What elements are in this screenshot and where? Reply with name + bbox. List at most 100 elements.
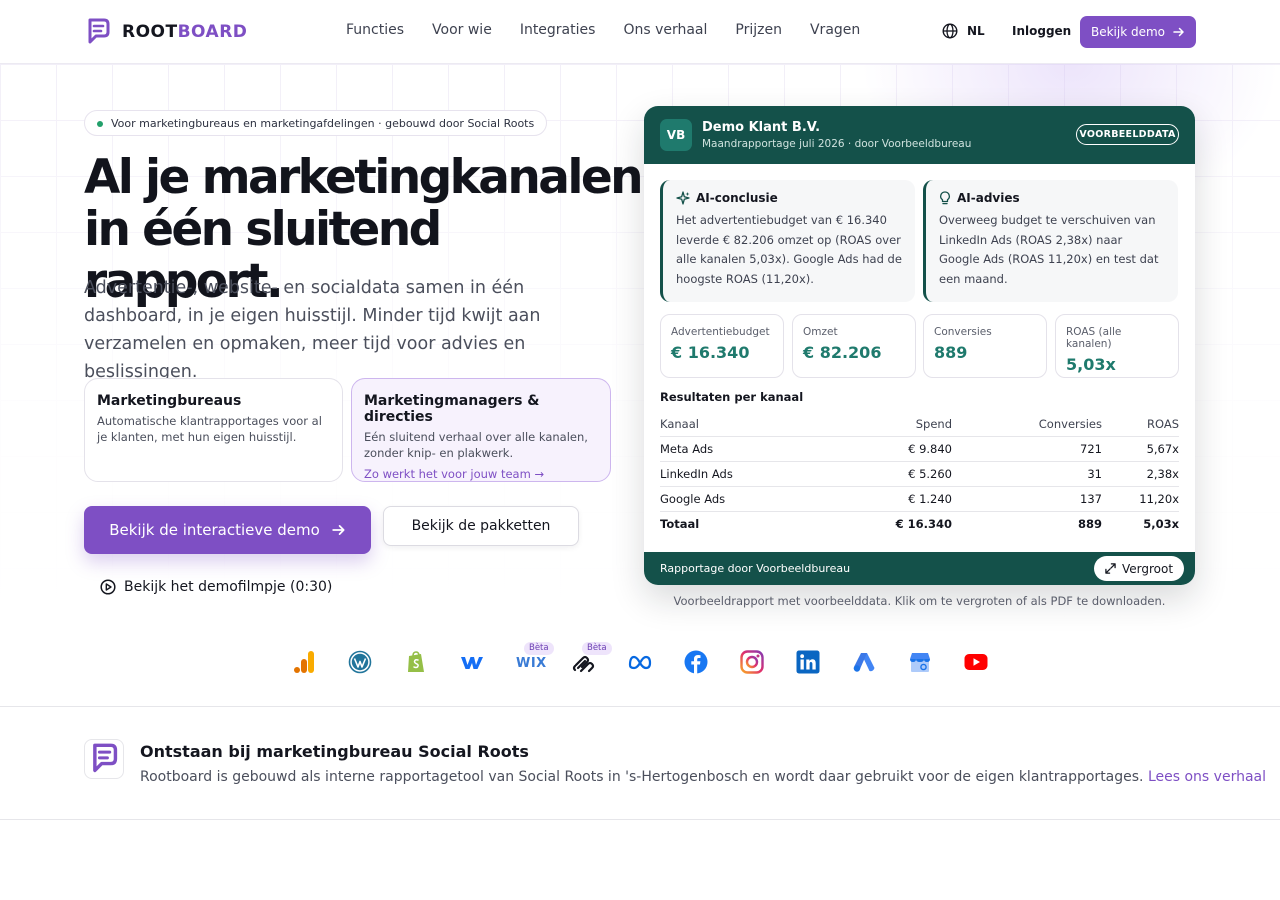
audience-card-title: Marketingbureaus <box>97 393 242 409</box>
brand-name: ROOTBOARD <box>122 22 248 42</box>
column-header: ROAS <box>1146 417 1179 431</box>
status-dot <box>97 121 103 127</box>
table-cell: LinkedIn Ads <box>660 467 733 481</box>
main-nav: Functies Voor wie Integraties Ons verhaa… <box>346 22 860 38</box>
nav-prijzen[interactable]: Prijzen <box>735 22 782 38</box>
audience-card-body: Eén sluitend verhaal over alle kanalen, … <box>364 430 588 460</box>
social-roots-logo <box>84 739 124 779</box>
language-switcher[interactable]: NL <box>942 23 985 39</box>
results-title: Resultaten per kanaal <box>660 390 804 404</box>
kpi-label: Advertentiebudget <box>671 326 770 338</box>
ai-conclusion-box: AI-conclusie Het advertentiebudget van €… <box>660 180 915 302</box>
column-header: Kanaal <box>660 417 699 431</box>
kpi-label: Conversies <box>934 326 992 338</box>
sample-report-panel[interactable]: VB Demo Klant B.V. Maandrapportage juli … <box>644 106 1195 585</box>
audience-card-bureaus[interactable]: Marketingbureaus Automatische klantrappo… <box>84 378 343 482</box>
read-story-link[interactable]: Lees ons verhaal <box>1148 769 1266 785</box>
google-ads-icon[interactable] <box>852 650 876 674</box>
report-meta: Maandrapportage juli 2026 · door Voorbee… <box>702 138 972 150</box>
audience-pill: Voor marketingbureaus en marketingafdeli… <box>84 110 548 136</box>
kpi-roas: ROAS (alle kanalen) 5,03x <box>1055 314 1179 378</box>
squarespace-logo[interactable]: Bèta <box>572 642 612 678</box>
audience-card-managers[interactable]: Marketingmanagers & directies Eén sluite… <box>351 378 611 482</box>
meta-icon[interactable] <box>628 650 652 674</box>
packages-label: Bekijk de pakketten <box>411 518 551 534</box>
table-row: LinkedIn Ads € 5.260 31 2,38x <box>660 462 1179 487</box>
hero-title-line-1: Al je marketingkanalen <box>84 150 644 205</box>
audience-card-title: Marketingmanagers & directies <box>364 393 540 425</box>
origin-text-block: Rootboard is gebouwd als interne rapport… <box>140 769 1266 785</box>
nav-integraties[interactable]: Integraties <box>520 22 596 38</box>
header-demo-button[interactable]: Bekijk demo <box>1080 16 1196 48</box>
rootboard-logo-icon <box>93 743 118 773</box>
report-header: VB Demo Klant B.V. Maandrapportage juli … <box>644 106 1195 164</box>
webflow-icon[interactable] <box>460 650 484 674</box>
login-link[interactable]: Inloggen <box>1012 24 1071 38</box>
interactive-demo-label: Bekijk de interactieve demo <box>109 521 320 539</box>
channel-results-table: Kanaal Spend Conversies ROAS Meta Ads € … <box>660 412 1179 537</box>
sparkles-icon <box>676 191 690 205</box>
table-cell: 2,38x <box>1146 467 1179 481</box>
client-avatar: VB <box>660 119 692 151</box>
kpi-conversions: Conversies 889 <box>923 314 1047 378</box>
table-total-row: Totaal € 16.340 889 5,03x <box>660 512 1179 537</box>
lightbulb-icon <box>940 191 950 205</box>
origin-text: Rootboard is gebouwd als interne rapport… <box>140 769 1144 785</box>
interactive-demo-button[interactable]: Bekijk de interactieve demo <box>84 506 371 554</box>
language-label: NL <box>967 24 985 38</box>
wix-icon[interactable]: Bèta WIX <box>510 642 554 674</box>
google-business-icon[interactable] <box>908 650 932 674</box>
squarespace-icon <box>572 655 595 673</box>
team-link[interactable]: Zo werkt het voor jouw team → <box>364 467 598 481</box>
enlarge-label: Vergroot <box>1121 561 1174 576</box>
table-cell: Google Ads <box>660 492 726 506</box>
table-cell: 31 <box>1087 467 1102 481</box>
report-footer: Rapportage door Voorbeeldbureau Vergroot <box>644 552 1195 585</box>
facebook-icon[interactable] <box>684 650 708 674</box>
demo-video-link[interactable]: Bekijk het demofilmpje (0:30) <box>100 579 332 595</box>
packages-button[interactable]: Bekijk de pakketten <box>383 506 579 546</box>
audience-pill-text: Voor marketingbureaus en marketingafdeli… <box>111 116 535 130</box>
linkedin-icon[interactable] <box>796 650 820 674</box>
hero-subtitle: Advertentie-, website- en socialdata sam… <box>84 278 541 382</box>
origin-title: Ontstaan bij marketingbureau Social Root… <box>140 742 529 761</box>
kpi-value: € 82.206 <box>803 343 882 362</box>
kpi-value: 889 <box>934 343 968 362</box>
brand-logo[interactable]: ROOTBOARD <box>86 18 247 46</box>
table-cell: 721 <box>1080 442 1102 456</box>
enlarge-button[interactable]: Vergroot <box>1094 556 1184 581</box>
nav-vragen[interactable]: Vragen <box>810 22 860 38</box>
table-cell: € 16.340 <box>895 517 952 531</box>
shopify-icon[interactable] <box>404 650 428 674</box>
nav-ons-verhaal[interactable]: Ons verhaal <box>623 22 707 38</box>
table-cell: 11,20x <box>1139 492 1179 506</box>
wordpress-icon[interactable] <box>348 650 372 674</box>
kpi-revenue: Omzet € 82.206 <box>792 314 916 378</box>
instagram-icon[interactable] <box>740 650 764 674</box>
sample-data-badge: VOORBEELDDATA <box>1076 124 1179 145</box>
youtube-icon[interactable] <box>964 650 988 674</box>
kpi-value: € 16.340 <box>671 343 750 362</box>
audience-card-body: Automatische klantrapportages voor al je… <box>97 414 322 444</box>
kpi-label: ROAS (alle kanalen) <box>1066 326 1122 350</box>
table-cell: 5,03x <box>1143 517 1179 531</box>
arrow-right-icon <box>1173 27 1184 37</box>
table-cell: Meta Ads <box>660 442 714 456</box>
table-header-row: Kanaal Spend Conversies ROAS <box>660 412 1179 437</box>
globe-icon <box>942 23 958 39</box>
nav-functies[interactable]: Functies <box>346 22 404 38</box>
report-caption: Voorbeeldrapport met voorbeelddata. Klik… <box>673 594 1166 608</box>
table-cell: 5,67x <box>1146 442 1179 456</box>
rootboard-logo-icon <box>88 18 110 44</box>
google-analytics-icon[interactable] <box>292 650 316 674</box>
ai-advice-box: AI-advies Overweeg budget te verschuiven… <box>923 180 1178 302</box>
table-row: Google Ads € 1.240 137 11,20x <box>660 487 1179 512</box>
ai-conclusion-title: AI-conclusie <box>676 191 903 205</box>
table-cell: € 1.240 <box>908 492 952 506</box>
origin-section: Ontstaan bij marketingbureau Social Root… <box>0 706 1280 820</box>
play-circle-icon <box>100 579 116 595</box>
kpi-ad-budget: Advertentiebudget € 16.340 <box>660 314 784 378</box>
header-demo-label: Bekijk demo <box>1090 25 1166 39</box>
table-cell: Totaal <box>660 517 700 531</box>
nav-voor-wie[interactable]: Voor wie <box>432 22 492 38</box>
